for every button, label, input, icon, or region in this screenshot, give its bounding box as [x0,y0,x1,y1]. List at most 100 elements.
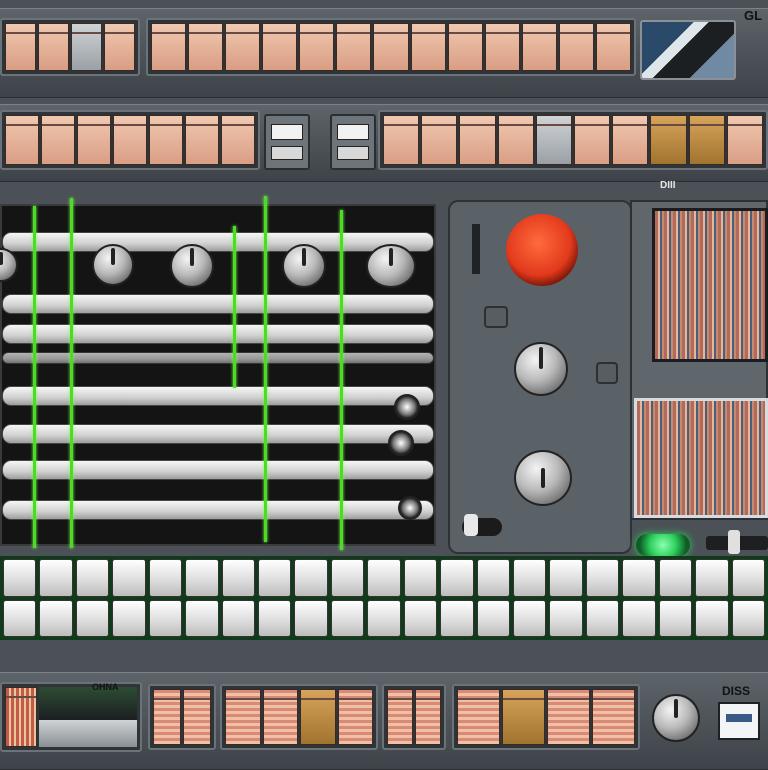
channel-cell[interactable] [447,23,483,71]
key[interactable] [403,599,438,637]
sequencer-lane[interactable] [2,352,434,364]
channel-cell[interactable] [183,689,211,745]
channel-cell[interactable] [726,115,764,165]
key[interactable] [476,599,510,637]
key[interactable] [695,599,729,637]
top-channel-strip-main[interactable] [146,18,636,76]
key[interactable] [148,599,183,637]
channel-cell[interactable] [299,23,335,71]
sequencer-rack[interactable] [0,196,436,550]
key[interactable] [367,559,401,597]
channel-cell[interactable] [484,23,520,71]
channel-cell[interactable] [153,689,181,745]
channel-cell[interactable] [688,115,725,165]
key[interactable] [3,559,37,597]
key[interactable] [112,559,146,597]
bottom-channel-strip-d[interactable] [452,684,640,750]
key[interactable] [476,559,510,597]
square-button[interactable] [596,362,618,384]
lane-knob-icon[interactable] [398,496,422,520]
channel-cell[interactable] [459,115,496,165]
bottom-mini-screen[interactable] [718,702,760,740]
channel-cell[interactable] [185,115,219,165]
toggle-switch-icon[interactable] [462,514,502,536]
top-channel-strip-left[interactable] [0,18,140,76]
channel-cell[interactable] [521,23,557,71]
channel-cell[interactable] [5,23,36,71]
sequencer-lane[interactable] [2,500,434,520]
channel-cell[interactable] [149,115,183,165]
key[interactable] [549,559,583,597]
sequencer-lane[interactable] [2,460,434,480]
key[interactable] [257,599,292,637]
key[interactable] [367,599,401,637]
sequencer-lane[interactable] [2,424,434,444]
channel-cell[interactable] [188,23,224,71]
channel-cell[interactable] [104,23,135,71]
channel-cell[interactable] [497,115,534,165]
sequencer-lane[interactable] [2,386,434,406]
key[interactable] [330,559,365,597]
key[interactable] [185,599,219,637]
channel-cell[interactable] [41,115,75,165]
key[interactable] [622,599,656,637]
playhead-line[interactable] [233,226,236,388]
record-icon[interactable] [506,214,578,286]
channel-cell[interactable] [650,115,687,165]
rotary-knob-icon[interactable] [282,244,326,288]
slider-icon[interactable] [706,530,768,554]
channel-cell[interactable] [262,689,298,745]
channel-cell[interactable] [151,23,187,71]
channel-cell[interactable] [113,115,147,165]
channel-cell[interactable] [612,115,649,165]
playhead-line[interactable] [70,198,73,548]
key[interactable] [185,559,219,597]
channel-cell[interactable] [221,115,255,165]
second-channel-strip[interactable] [0,110,260,170]
key[interactable] [294,599,328,637]
channel-cell[interactable] [5,115,39,165]
key[interactable] [512,599,547,637]
key[interactable] [221,599,255,637]
key[interactable] [39,559,73,597]
channel-cell[interactable] [502,689,545,745]
channel-cell[interactable] [410,23,446,71]
playhead-line[interactable] [33,206,36,548]
channel-cell[interactable] [300,689,336,745]
channel-cell[interactable] [383,115,420,165]
key[interactable] [731,559,765,597]
rotary-knob-icon[interactable] [366,244,416,288]
bottom-module-left[interactable] [0,682,142,752]
key[interactable] [622,559,656,597]
key[interactable] [330,599,365,637]
channel-cell[interactable] [415,689,441,745]
playhead-line[interactable] [264,196,267,542]
sequencer-lane[interactable] [2,294,434,314]
keyboard[interactable] [0,556,768,640]
rotary-knob-icon[interactable] [0,248,18,282]
key[interactable] [39,599,73,637]
module-slot-a[interactable] [264,114,310,170]
key[interactable] [112,599,146,637]
channel-cell[interactable] [574,115,611,165]
key[interactable] [512,559,547,597]
channel-cell[interactable] [225,689,261,745]
key[interactable] [257,559,292,597]
sequencer-lane[interactable] [2,232,434,252]
key[interactable] [440,599,474,637]
channel-cell[interactable] [262,23,298,71]
channel-cell[interactable] [387,689,413,745]
key[interactable] [440,559,474,597]
rotary-knob-icon[interactable] [514,342,568,396]
key[interactable] [658,559,693,597]
lane-knob-icon[interactable] [394,394,420,420]
key[interactable] [294,559,328,597]
rotary-knob-icon[interactable] [92,244,134,286]
sequencer-lane[interactable] [2,324,434,344]
channel-cell[interactable] [535,115,573,165]
channel-cell[interactable] [457,689,500,745]
lane-knob-icon[interactable] [388,430,414,456]
channel-cell[interactable] [38,23,69,71]
channel-cell[interactable] [547,689,590,745]
channel-cell[interactable] [558,23,594,71]
